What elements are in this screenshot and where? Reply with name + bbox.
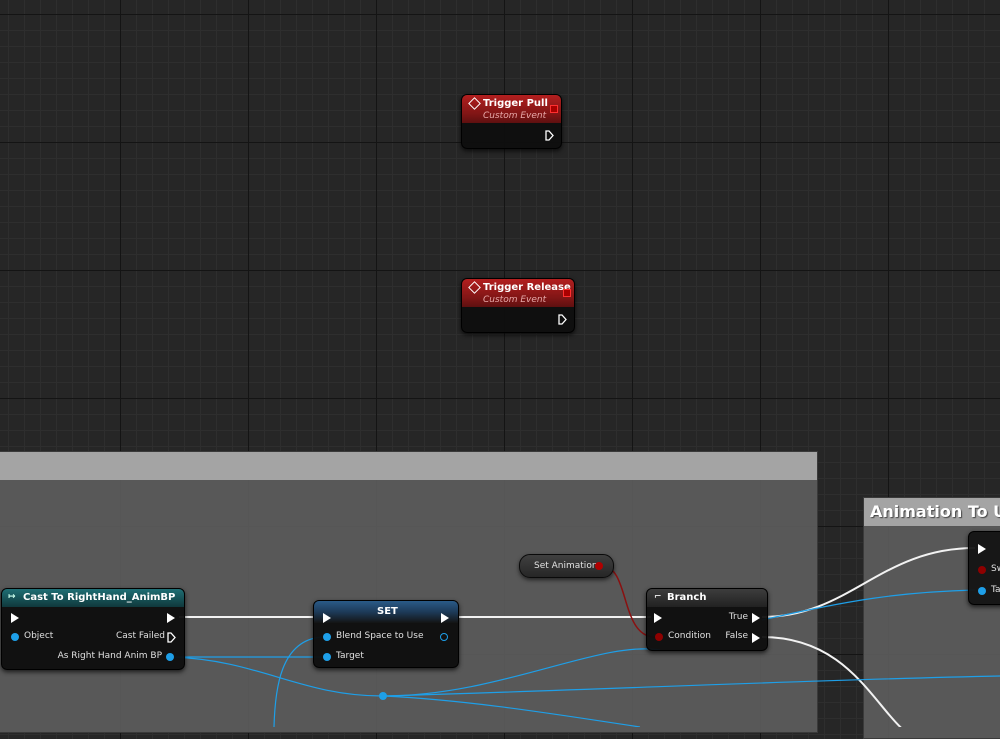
condition-pin[interactable] — [655, 633, 663, 641]
exec-out-pin[interactable] — [545, 130, 554, 141]
right-node[interactable]: Sw Ta — [968, 531, 1000, 605]
branch-title: Branch — [667, 592, 707, 603]
exec-in-pin[interactable] — [654, 613, 662, 623]
exec-in-pin[interactable] — [323, 613, 331, 623]
as-right-hand-pin[interactable] — [166, 653, 174, 661]
object-wire — [761, 589, 976, 621]
delegate-pin[interactable] — [563, 289, 571, 297]
exec-in-pin[interactable] — [978, 544, 986, 554]
right-node-pin2-label: Ta — [991, 585, 1000, 595]
exec-out-pin[interactable] — [167, 613, 175, 623]
as-right-hand-label: As Right Hand Anim BP — [57, 651, 162, 661]
cast-failed-label: Cast Failed — [116, 631, 165, 641]
trigger-release-subtitle: Custom Event — [483, 295, 547, 305]
set-title: SET — [377, 606, 398, 617]
cast-failed-pin[interactable] — [167, 632, 176, 643]
branch-node[interactable]: ⌐ Branch True Condition False — [646, 588, 768, 651]
cast-header: ↦ Cast To RightHand_AnimBP — [2, 589, 184, 607]
exec-in-pin[interactable] — [11, 613, 19, 623]
condition-label: Condition — [668, 631, 711, 641]
reroute-node — [379, 692, 387, 700]
object-wire — [382, 695, 641, 727]
trigger-release-header: Trigger Release Custom Event — [462, 279, 574, 307]
object-pin[interactable] — [11, 633, 19, 641]
blend-space-in-pin[interactable] — [323, 633, 331, 641]
trigger-pull-header: Trigger Pull Custom Event — [462, 95, 561, 123]
trigger-pull-subtitle: Custom Event — [483, 111, 547, 121]
true-label: True — [728, 612, 748, 622]
set-animation-label: Set Animation — [534, 561, 598, 571]
target-label: Target — [336, 651, 364, 661]
cast-icon: ↦ — [8, 592, 16, 602]
set-animation-pin[interactable] — [595, 562, 603, 570]
event-diamond-icon — [468, 97, 481, 110]
set-node[interactable]: SET Blend Space to Use Target — [313, 600, 459, 668]
event-diamond-icon — [468, 281, 481, 294]
branch-icon: ⌐ — [654, 592, 662, 602]
branch-header: ⌐ Branch — [647, 589, 767, 607]
exec-out-pin[interactable] — [558, 314, 567, 325]
delegate-pin[interactable] — [550, 105, 558, 113]
target-pin[interactable] — [978, 587, 986, 595]
blend-space-label: Blend Space to Use — [336, 631, 424, 641]
cast-node[interactable]: ↦ Cast To RightHand_AnimBP Object Cast F… — [1, 588, 185, 670]
target-pin[interactable] — [323, 653, 331, 661]
exec-wire — [761, 547, 976, 618]
trigger-release-node[interactable]: Trigger Release Custom Event — [461, 278, 575, 333]
trigger-pull-node[interactable]: Trigger Pull Custom Event — [461, 94, 562, 149]
exec-out-pin[interactable] — [441, 613, 449, 623]
right-node-pin1-label: Sw — [991, 564, 1000, 574]
object-label: Object — [24, 631, 54, 641]
trigger-release-title: Trigger Release — [483, 282, 571, 293]
blend-space-out-pin[interactable] — [440, 633, 448, 641]
switch-pin[interactable] — [978, 566, 986, 574]
trigger-pull-title: Trigger Pull — [483, 98, 548, 109]
set-header: SET — [314, 601, 458, 623]
false-label: False — [725, 631, 748, 641]
true-exec-pin[interactable] — [752, 613, 760, 623]
false-exec-pin[interactable] — [752, 633, 760, 643]
set-animation-variable[interactable]: Set Animation — [519, 554, 614, 578]
cast-title: Cast To RightHand_AnimBP — [23, 592, 176, 603]
